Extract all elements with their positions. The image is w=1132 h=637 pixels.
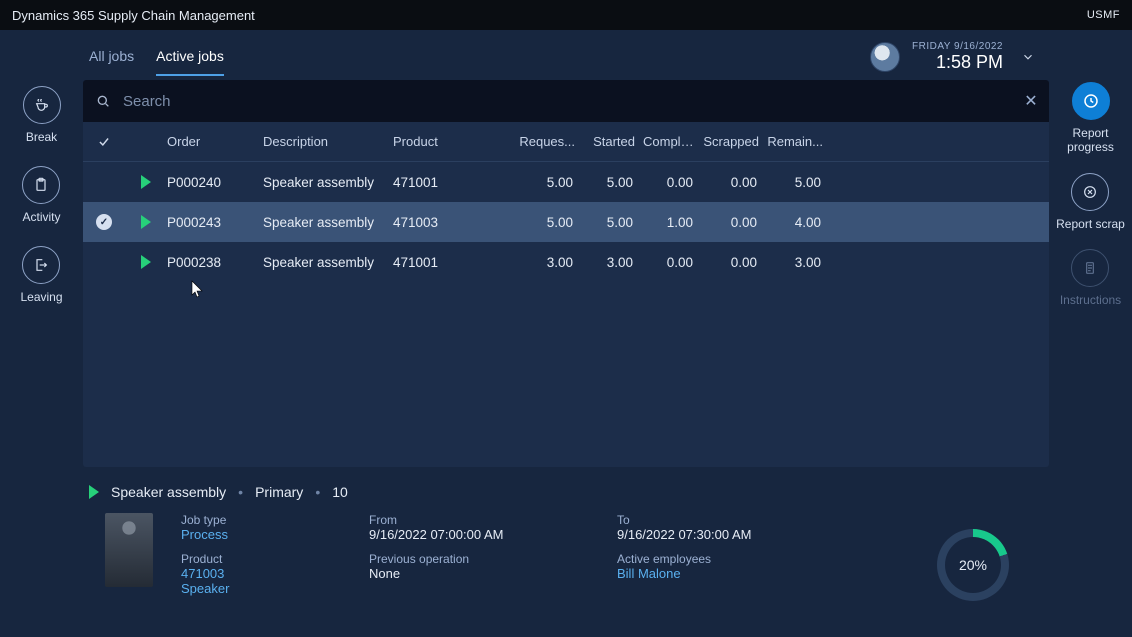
product-thumbnail — [105, 513, 153, 587]
play-icon[interactable] — [125, 255, 167, 269]
cell-description: Speaker assembly — [263, 175, 393, 190]
to-label: To — [617, 513, 837, 527]
cell-completed: 1.00 — [643, 215, 703, 230]
col-product[interactable]: Product — [393, 134, 513, 149]
cell-scrapped: 0.00 — [703, 175, 767, 190]
col-scrapped[interactable]: Scrapped — [703, 134, 767, 149]
product-name[interactable]: Speaker — [181, 581, 341, 596]
activity-button[interactable]: Activity — [22, 166, 60, 224]
tab-all-jobs[interactable]: All jobs — [89, 38, 134, 76]
cell-order: P000238 — [167, 255, 263, 270]
cell-order: P000243 — [167, 215, 263, 230]
search-input[interactable] — [123, 93, 1013, 110]
progress-ring: 20% — [937, 529, 1009, 601]
table-row[interactable]: ✓P000243Speaker assembly4710035.005.001.… — [83, 202, 1049, 242]
cell-scrapped: 0.00 — [703, 255, 767, 270]
header: All jobs Active jobs FRIDAY 9/16/2022 1:… — [83, 34, 1049, 80]
cell-requested: 5.00 — [513, 215, 583, 230]
coffee-icon — [23, 86, 61, 124]
product-label: Product — [181, 552, 341, 566]
clear-search-icon[interactable]: ✕ — [1013, 91, 1049, 111]
tab-active-jobs[interactable]: Active jobs — [156, 38, 224, 76]
play-icon[interactable] — [89, 485, 99, 499]
cell-product: 471003 — [393, 215, 513, 230]
clock-area: FRIDAY 9/16/2022 1:58 PM — [870, 41, 1049, 73]
report-progress-button[interactable]: Report progress — [1049, 82, 1132, 155]
cell-remaining: 5.00 — [767, 175, 831, 190]
search-bar: ✕ — [83, 80, 1049, 122]
cell-started: 3.00 — [583, 255, 643, 270]
detail-header: Speaker assembly • Primary • 10 — [83, 477, 1049, 507]
company-code: USMF — [1087, 9, 1120, 21]
cell-product: 471001 — [393, 175, 513, 190]
cell-completed: 0.00 — [643, 255, 703, 270]
instructions-button: Instructions — [1060, 249, 1121, 307]
col-order[interactable]: Order — [167, 134, 263, 149]
scrap-icon — [1071, 173, 1109, 211]
col-description[interactable]: Description — [263, 134, 393, 149]
active-emp-label: Active employees — [617, 552, 837, 566]
detail-title: Speaker assembly — [111, 484, 226, 500]
cell-product: 471001 — [393, 255, 513, 270]
from-value: 9/16/2022 07:00:00 AM — [369, 527, 589, 542]
cell-requested: 3.00 — [513, 255, 583, 270]
app-title: Dynamics 365 Supply Chain Management — [12, 8, 255, 23]
col-requested[interactable]: Reques... — [513, 134, 583, 149]
job-type-value[interactable]: Process — [181, 527, 341, 542]
active-emp-value[interactable]: Bill Malone — [617, 566, 837, 581]
cell-started: 5.00 — [583, 175, 643, 190]
col-started[interactable]: Started — [583, 134, 643, 149]
report-scrap-button[interactable]: Report scrap — [1056, 173, 1125, 231]
progress-value: 20% — [945, 537, 1001, 593]
job-type-label: Job type — [181, 513, 341, 527]
cell-remaining: 3.00 — [767, 255, 831, 270]
product-id[interactable]: 471003 — [181, 566, 341, 581]
to-value: 9/16/2022 07:30:00 AM — [617, 527, 837, 542]
break-button[interactable]: Break — [23, 86, 61, 144]
prev-op-value: None — [369, 566, 589, 581]
avatar[interactable] — [870, 42, 900, 72]
left-rail: Break Activity Leaving — [0, 70, 83, 304]
table-row[interactable]: P000238Speaker assembly4710013.003.000.0… — [83, 242, 1049, 282]
right-rail: Report progress Report scrap Instruction… — [1049, 82, 1132, 308]
cell-completed: 0.00 — [643, 175, 703, 190]
from-label: From — [369, 513, 589, 527]
titlebar: Dynamics 365 Supply Chain Management USM… — [0, 0, 1132, 30]
checkmark-icon[interactable] — [97, 135, 111, 149]
tabs: All jobs Active jobs — [83, 38, 224, 76]
cell-started: 5.00 — [583, 215, 643, 230]
jobs-grid: Order Description Product Reques... Star… — [83, 122, 1049, 467]
clock-time: 1:58 PM — [912, 52, 1003, 73]
exit-icon — [22, 246, 60, 284]
clock-date: FRIDAY 9/16/2022 — [912, 41, 1003, 52]
detail-panel: Speaker assembly • Primary • 10 Job type… — [83, 477, 1049, 627]
progress-icon — [1072, 82, 1110, 120]
cell-order: P000240 — [167, 175, 263, 190]
play-icon[interactable] — [125, 175, 167, 189]
row-check[interactable]: ✓ — [83, 214, 125, 230]
table-row[interactable]: P000240Speaker assembly4710015.005.000.0… — [83, 162, 1049, 202]
col-remaining[interactable]: Remain... — [767, 134, 831, 149]
detail-priority: Primary — [255, 484, 303, 500]
cell-remaining: 4.00 — [767, 215, 831, 230]
search-icon — [83, 93, 123, 109]
detail-qty: 10 — [332, 484, 348, 500]
instructions-icon — [1071, 249, 1109, 287]
chevron-down-icon[interactable] — [1015, 46, 1041, 68]
col-completed[interactable]: Comple... — [643, 134, 703, 149]
main-panel: ✕ Order Description Product Reques... St… — [83, 80, 1049, 467]
prev-op-label: Previous operation — [369, 552, 589, 566]
play-icon[interactable] — [125, 215, 167, 229]
cell-description: Speaker assembly — [263, 255, 393, 270]
leaving-button[interactable]: Leaving — [20, 246, 62, 304]
cell-description: Speaker assembly — [263, 215, 393, 230]
grid-header: Order Description Product Reques... Star… — [83, 122, 1049, 162]
clipboard-icon — [22, 166, 60, 204]
cell-scrapped: 0.00 — [703, 215, 767, 230]
cell-requested: 5.00 — [513, 175, 583, 190]
